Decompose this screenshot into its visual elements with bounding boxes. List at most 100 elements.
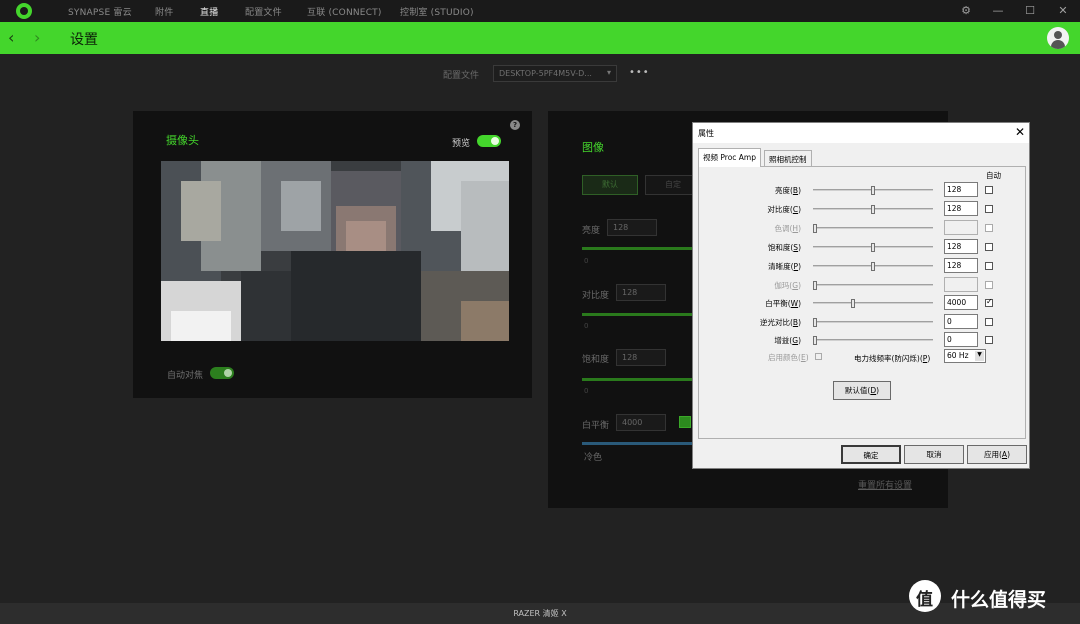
contrast-label: 对比度	[582, 291, 610, 301]
cancel-button[interactable]: 取消	[904, 445, 964, 464]
gear-icon[interactable]: ⚙	[958, 3, 974, 19]
brightness-value[interactable]: 128	[607, 219, 657, 236]
property-slider	[813, 227, 933, 229]
property-label: 饱和度(S)	[767, 243, 801, 252]
contrast-value[interactable]: 128	[616, 284, 666, 301]
saturation-min: 0	[584, 387, 589, 395]
slider-thumb[interactable]	[871, 243, 875, 252]
camera-preview-image	[161, 161, 509, 353]
default-mode-button[interactable]: 默认	[582, 175, 638, 195]
more-options-icon[interactable]: •••	[629, 67, 650, 78]
minimize-icon[interactable]: —	[990, 3, 1006, 19]
watermark-text: 什么值得买	[951, 589, 1047, 611]
watermark-logo-icon	[909, 580, 941, 612]
autofocus-toggle[interactable]	[210, 367, 234, 379]
contrast-min: 0	[584, 322, 589, 330]
auto-column-header: 自动	[986, 171, 1001, 180]
ok-button[interactable]: 确定	[841, 445, 901, 464]
slider-thumb[interactable]	[871, 205, 875, 214]
profile-label: 配置文件	[443, 71, 480, 81]
slider-thumb[interactable]	[851, 299, 856, 308]
page-title: 设置	[70, 32, 98, 48]
property-value-field[interactable]: 128	[944, 239, 978, 254]
property-label: 对比度(C)	[767, 205, 801, 214]
auto-checkbox[interactable]	[985, 336, 993, 344]
property-label: 色调(H)	[774, 224, 801, 233]
enable-color-checkbox[interactable]	[815, 353, 822, 360]
reset-all-link[interactable]: 重置所有设置	[858, 478, 912, 491]
property-label: 亮度(B)	[774, 186, 801, 195]
close-icon[interactable]: ✕	[1055, 3, 1071, 19]
property-label: 清晰度(P)	[768, 262, 801, 271]
property-value-field[interactable]: 0	[944, 332, 978, 347]
tab-connect[interactable]: 互联 (CONNECT)	[307, 5, 382, 18]
property-value-field[interactable]: 0	[944, 314, 978, 329]
property-value-field[interactable]: 128	[944, 182, 978, 197]
profile-value: DESKTOP-5PF4M5V-D...	[499, 69, 592, 78]
white-balance-auto-checkbox[interactable]	[679, 416, 691, 428]
tab-accessories[interactable]: 附件	[155, 5, 173, 18]
auto-checkbox	[985, 224, 993, 232]
auto-checkbox[interactable]	[985, 205, 993, 213]
property-label: 白平衡(W)	[765, 299, 801, 308]
property-value-field	[944, 277, 978, 292]
chevron-right-icon[interactable]: ›	[34, 28, 40, 47]
white-balance-value[interactable]: 4000	[616, 414, 666, 431]
dialog-title: 属性	[698, 129, 714, 138]
auto-checkbox[interactable]	[985, 186, 993, 194]
tab-studio[interactable]: 控制室 (STUDIO)	[400, 5, 474, 18]
apply-button[interactable]: 应用(A)	[967, 445, 1027, 464]
profile-dropdown[interactable]: DESKTOP-5PF4M5V-D... ▾	[493, 65, 617, 82]
property-value-field[interactable]: 128	[944, 201, 978, 216]
property-label: 逆光对比(B)	[759, 318, 801, 327]
tab-profiles[interactable]: 配置文件	[245, 5, 282, 18]
powerline-select[interactable]: 60 Hz ▼	[944, 349, 986, 363]
caret-down-icon: ▾	[606, 68, 611, 77]
preview-toggle[interactable]	[477, 135, 501, 147]
property-slider[interactable]	[813, 302, 933, 304]
property-slider[interactable]	[813, 321, 933, 323]
contrast-slider[interactable]	[582, 313, 692, 316]
slider-thumb	[813, 281, 817, 290]
tab-camera-control[interactable]: 照相机控制	[764, 150, 812, 166]
user-avatar[interactable]	[1047, 27, 1069, 49]
property-value-field[interactable]: 128	[944, 258, 978, 273]
auto-checkbox[interactable]	[985, 318, 993, 326]
property-value-field	[944, 220, 978, 235]
slider-thumb[interactable]	[813, 336, 817, 345]
help-icon[interactable]: ?	[510, 120, 520, 130]
tab-video-proc-amp[interactable]: 视频 Proc Amp	[698, 148, 761, 167]
default-values-button[interactable]: 默认值(D)	[833, 381, 891, 400]
slider-thumb	[813, 224, 817, 233]
auto-checkbox[interactable]	[985, 297, 993, 307]
title-bar: SYNAPSE 雷云 附件 直播 配置文件 互联 (CONNECT) 控制室 (…	[0, 0, 1080, 22]
slider-thumb[interactable]	[871, 262, 875, 271]
property-label: 增益(G)	[774, 336, 801, 345]
brightness-min: 0	[584, 257, 589, 265]
property-slider	[813, 284, 933, 286]
property-value-field[interactable]: 4000	[944, 295, 978, 310]
close-icon[interactable]: ✕	[1015, 125, 1025, 139]
page-header: ‹ › 设置	[0, 22, 1080, 54]
enable-color-label: 启用颜色(E)	[768, 353, 809, 362]
chevron-left-icon[interactable]: ‹	[8, 28, 14, 47]
maximize-icon[interactable]: ☐	[1022, 3, 1038, 19]
brightness-slider[interactable]	[582, 247, 692, 250]
saturation-slider[interactable]	[582, 378, 692, 381]
saturation-label: 饱和度	[582, 355, 610, 365]
saturation-value[interactable]: 128	[616, 349, 666, 366]
dialog-titlebar: 属性 ✕	[693, 123, 1029, 143]
auto-checkbox[interactable]	[985, 243, 993, 251]
slider-thumb[interactable]	[871, 186, 875, 195]
powerline-value: 60 Hz	[947, 351, 969, 360]
white-balance-slider[interactable]	[582, 442, 692, 445]
razer-logo-icon	[16, 3, 32, 19]
preview-label: 预览	[452, 139, 471, 149]
tab-streaming[interactable]: 直播	[200, 5, 218, 18]
tab-synapse[interactable]: SYNAPSE 雷云	[68, 5, 132, 18]
powerline-label: 电力线频率(防闪烁)(P)	[854, 354, 931, 363]
autofocus-label: 自动对焦	[167, 371, 204, 381]
slider-thumb[interactable]	[813, 318, 817, 327]
property-slider[interactable]	[813, 339, 933, 341]
auto-checkbox[interactable]	[985, 262, 993, 270]
